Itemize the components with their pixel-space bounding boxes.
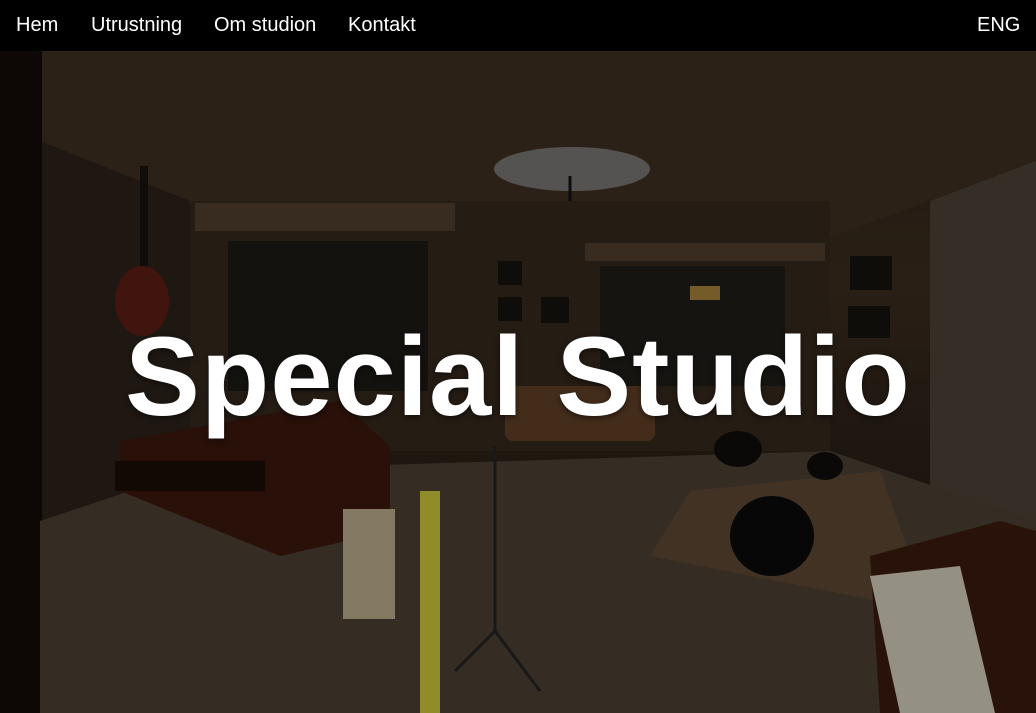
nav-item-kontakt[interactable]: Kontakt — [348, 13, 416, 37]
nav-item-utrustning[interactable]: Utrustning — [91, 13, 182, 37]
hero-title: Special Studio — [125, 314, 911, 439]
language-switch[interactable]: ENG — [977, 13, 1020, 37]
nav-item-om-studion[interactable]: Om studion — [214, 13, 316, 37]
hero-section: Special Studio — [0, 51, 1036, 713]
top-navigation: Hem Utrustning Om studion Kontakt ENG — [0, 0, 1036, 51]
nav-item-hem[interactable]: Hem — [16, 13, 58, 37]
